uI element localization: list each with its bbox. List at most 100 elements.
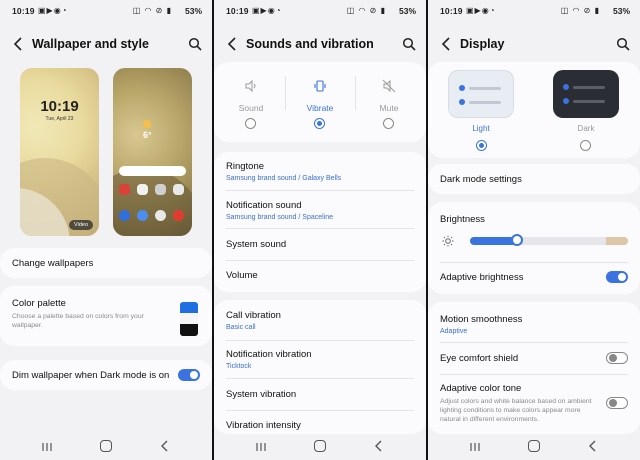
notification-icons: ▣▶◉◔ — [38, 6, 68, 15]
dark-theme-preview[interactable] — [553, 70, 619, 118]
vibrate-radio[interactable] — [314, 118, 325, 129]
recents-icon[interactable] — [42, 442, 52, 452]
palette-color-black — [180, 324, 198, 336]
motion-smoothness-title: Motion smoothness — [440, 314, 523, 325]
navigation-bar — [214, 434, 426, 460]
adaptive-brightness-toggle[interactable] — [606, 271, 628, 283]
navigation-bar — [0, 434, 212, 460]
status-bar: 10:19 ▣▶◉◔ ◫ ◠ ⊘ ▮ 53% — [0, 0, 212, 22]
page-title: Wallpaper and style — [32, 37, 149, 51]
app-header: Display — [428, 30, 640, 58]
palette-color-white — [180, 313, 198, 324]
ringtone-title: Ringtone — [226, 161, 265, 172]
sound-radio[interactable] — [245, 118, 256, 129]
divider — [226, 378, 414, 379]
motion-eye-card: Motion smoothness Adaptive Eye comfort s… — [428, 302, 640, 434]
home-icon[interactable] — [314, 440, 326, 452]
app-header: Wallpaper and style — [0, 30, 212, 58]
color-palette-description: Choose a palette based on colors from yo… — [12, 313, 144, 330]
sound-mode-card: Sound Vibrate Mute — [214, 62, 426, 142]
brightness-slider[interactable] — [470, 237, 628, 245]
divider — [226, 260, 414, 261]
motion-smoothness-value: Adaptive — [440, 328, 468, 335]
recents-icon[interactable] — [470, 442, 480, 452]
dim-wallpaper-card[interactable]: Dim wallpaper when Dark mode is on — [0, 360, 212, 390]
lock-screen-preview[interactable]: 10:19 Tue, April 23 Video — [20, 68, 99, 236]
notification-sound-item[interactable]: Notification sound Samsung brand sound /… — [226, 200, 414, 221]
notification-sound-title: Notification sound — [226, 200, 302, 211]
adaptive-color-tone-toggle[interactable] — [606, 397, 628, 409]
mode-label: Mute — [379, 103, 399, 113]
vibration-intensity-item[interactable]: Vibration intensity — [226, 420, 414, 431]
nav-back-icon[interactable] — [588, 440, 598, 452]
call-vibration-item[interactable]: Call vibration Basic call — [226, 310, 414, 331]
sound-settings-card: Ringtone Samsung brand sound / Galaxy Be… — [214, 152, 426, 292]
home-icon[interactable] — [528, 440, 540, 452]
light-theme-radio[interactable] — [476, 140, 487, 151]
ringtone-item[interactable]: Ringtone Samsung brand sound / Galaxy Be… — [226, 161, 414, 182]
lock-date: Tue, April 23 — [45, 116, 74, 122]
notification-vibration-item[interactable]: Notification vibration Ticktock — [226, 349, 414, 370]
change-wallpapers-label: Change wallpapers — [12, 258, 94, 269]
mute-radio[interactable] — [383, 118, 394, 129]
divider — [226, 340, 414, 341]
back-arrow-icon[interactable] — [440, 36, 454, 52]
search-bar-widget — [119, 166, 186, 176]
battery-level: 53% — [398, 6, 416, 16]
google-folder-icon — [173, 184, 184, 195]
system-sound-item[interactable]: System sound — [226, 239, 414, 250]
palette-swatch[interactable] — [180, 302, 198, 336]
display-screen: 10:19 ▣▶◉◔ ◫ ◠ ⊘ ▮ 53% Display Light Dar… — [428, 0, 640, 460]
adaptive-brightness-label: Adaptive brightness — [440, 272, 524, 283]
recents-icon[interactable] — [256, 442, 266, 452]
home-icon[interactable] — [100, 440, 112, 452]
page-title: Display — [460, 37, 505, 51]
dim-wallpaper-toggle[interactable] — [178, 369, 200, 381]
weather-sun-icon — [143, 120, 151, 128]
color-palette-title: Color palette — [12, 298, 66, 309]
search-icon[interactable] — [188, 37, 202, 51]
chrome-app-icon — [155, 210, 166, 221]
search-icon[interactable] — [616, 37, 630, 51]
theme-dot — [459, 99, 465, 105]
theme-line — [469, 101, 501, 104]
motion-smoothness-item[interactable]: Motion smoothness Adaptive — [440, 314, 628, 335]
nav-back-icon[interactable] — [160, 440, 170, 452]
nav-back-icon[interactable] — [374, 440, 384, 452]
status-time: 10:19 — [12, 6, 35, 16]
back-arrow-icon[interactable] — [12, 36, 26, 52]
page-title: Sounds and vibration — [246, 37, 374, 51]
change-wallpapers-card[interactable]: Change wallpapers — [0, 248, 212, 278]
theme-dot — [563, 98, 569, 104]
divider — [440, 374, 628, 375]
eye-comfort-toggle[interactable] — [606, 352, 628, 364]
lock-clock: 10:19 — [40, 98, 79, 115]
notification-icons: ▣▶◉◔ — [252, 6, 282, 15]
light-theme-preview[interactable] — [448, 70, 514, 118]
dark-theme-label: Dark — [577, 124, 595, 133]
divider — [440, 342, 628, 343]
eye-comfort-item[interactable]: Eye comfort shield — [440, 353, 628, 364]
divider — [226, 228, 414, 229]
volume-item[interactable]: Volume — [226, 270, 414, 281]
brightness-card: Brightness Adaptive brightness — [428, 202, 640, 294]
volume-title: Volume — [226, 270, 258, 281]
weather-temp: 6° — [143, 130, 152, 140]
status-bar: 10:19 ▣▶◉◔ ◫ ◠ ⊘ ▮ 53% — [214, 0, 426, 22]
messages-app-icon — [137, 210, 148, 221]
home-screen-preview[interactable]: 6° — [113, 68, 192, 236]
adaptive-color-tone-item[interactable]: Adaptive color tone Adjust colors and wh… — [440, 383, 596, 425]
dark-mode-settings-card[interactable]: Dark mode settings — [428, 164, 640, 194]
phone-app-icon — [119, 210, 130, 221]
play-store-app-icon — [137, 184, 148, 195]
status-time: 10:19 — [226, 6, 249, 16]
theme-card: Light Dark — [428, 62, 640, 158]
back-arrow-icon[interactable] — [226, 36, 240, 52]
wallpaper-swirl — [113, 168, 192, 236]
system-vibration-item[interactable]: System vibration — [226, 389, 414, 400]
brightness-extra-zone — [606, 237, 628, 245]
search-icon[interactable] — [402, 37, 416, 51]
dark-theme-radio[interactable] — [580, 140, 591, 151]
theme-dot — [563, 84, 569, 90]
brightness-label: Brightness — [440, 214, 485, 225]
